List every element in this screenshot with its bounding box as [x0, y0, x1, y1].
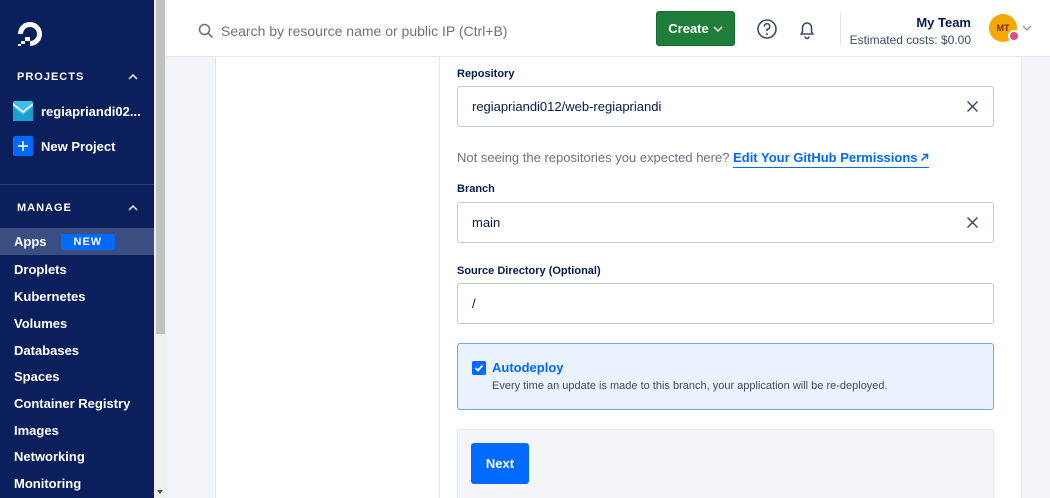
avatar-initials: MT	[996, 23, 1010, 33]
autodeploy-panel: Autodeploy Every time an update is made …	[457, 343, 994, 410]
sidebar-item-label: Volumes	[14, 316, 68, 331]
projects-heading: PROJECTS	[17, 71, 85, 83]
sidebar-item-label: Apps	[14, 234, 47, 249]
scroll-down-arrow-icon[interactable]	[157, 490, 163, 494]
team-name[interactable]: My Team	[916, 15, 971, 30]
sidebar-item-spaces[interactable]: Spaces	[0, 363, 154, 390]
sidebar-item-images[interactable]: Images	[0, 417, 154, 444]
autodeploy-checkbox[interactable]	[472, 361, 486, 375]
next-button[interactable]: Next	[471, 443, 529, 484]
autodeploy-title[interactable]: Autodeploy	[492, 360, 564, 375]
checkmark-icon	[474, 364, 484, 372]
repository-field[interactable]: regiapriandi012/web-regiapriandi	[457, 86, 994, 127]
chevron-up-icon	[128, 205, 138, 211]
new-project-label: New Project	[41, 138, 116, 154]
sidebar-item-label: Droplets	[14, 262, 67, 277]
chevron-down-icon[interactable]	[1022, 24, 1032, 32]
top-bar: Create My Team Estimated costs: $0.00 MT	[167, 0, 1050, 57]
sidebar-item-label: Spaces	[14, 369, 60, 384]
branch-label: Branch	[457, 183, 495, 195]
autodeploy-description: Every time an update is made to this bra…	[492, 380, 888, 392]
bell-icon[interactable]	[796, 18, 818, 40]
sidebar-item-networking[interactable]: Networking	[0, 443, 154, 470]
sidebar-item-databases[interactable]: Databases	[0, 337, 154, 364]
sidebar-item-volumes[interactable]: Volumes	[0, 310, 154, 337]
column-divider	[439, 57, 440, 498]
sidebar-item-kubernetes[interactable]: Kubernetes	[0, 283, 154, 310]
create-button[interactable]: Create	[656, 11, 735, 46]
manage-section-header[interactable]: MANAGE	[0, 198, 154, 218]
close-icon[interactable]	[966, 100, 979, 113]
chevron-down-icon	[713, 26, 723, 32]
branch-field[interactable]: main	[457, 202, 994, 243]
sidebar-item-droplets[interactable]: Droplets	[0, 256, 154, 283]
sidebar: PROJECTS regiapriandi02... New Project M…	[0, 0, 154, 498]
next-panel: Next	[457, 429, 994, 498]
github-permissions-link[interactable]: Edit Your GitHub Permissions	[733, 150, 929, 168]
external-link-icon	[920, 153, 928, 162]
header-divider	[840, 12, 841, 45]
sidebar-item-label: Monitoring	[14, 476, 82, 491]
sidebar-item-monitoring[interactable]: Monitoring	[0, 470, 154, 497]
new-badge: NEW	[60, 233, 116, 250]
sidebar-item-label: Container Registry	[14, 396, 131, 411]
sidebar-item-apps[interactable]: Apps NEW	[0, 228, 154, 255]
new-project-button[interactable]: New Project	[13, 135, 148, 157]
search-input[interactable]	[221, 18, 601, 44]
source-directory-label: Source Directory (Optional)	[457, 265, 601, 277]
sidebar-divider	[0, 184, 154, 185]
sidebar-scrollbar[interactable]	[154, 0, 167, 498]
sidebar-item-label: Kubernetes	[14, 289, 86, 304]
github-link-label: Edit Your GitHub Permissions	[733, 150, 918, 165]
digitalocean-logo-icon[interactable]	[16, 20, 44, 48]
branch-value: main	[472, 215, 501, 230]
user-status-icon	[1008, 30, 1020, 42]
help-icon[interactable]	[756, 18, 778, 40]
projects-section-header[interactable]: PROJECTS	[0, 67, 154, 87]
repository-hint: Not seeing the repositories you expected…	[457, 150, 929, 168]
sidebar-item-container-registry[interactable]: Container Registry	[0, 390, 154, 417]
chevron-up-icon	[128, 74, 138, 80]
sidebar-item-label: Networking	[14, 449, 85, 464]
plus-icon	[13, 136, 33, 156]
estimated-costs: Estimated costs: $0.00	[849, 33, 971, 47]
sidebar-item-label: Databases	[14, 343, 80, 358]
close-icon[interactable]	[966, 216, 979, 229]
repository-value: regiapriandi012/web-regiapriandi	[472, 99, 662, 114]
project-icon	[13, 101, 33, 121]
sidebar-project-item[interactable]: regiapriandi02...	[13, 100, 148, 122]
create-label: Create	[668, 21, 709, 36]
source-directory-input[interactable]: /	[457, 283, 994, 324]
search-icon	[198, 23, 214, 39]
repository-label: Repository	[457, 68, 515, 80]
sidebar-item-label: Images	[14, 423, 59, 438]
project-name: regiapriandi02...	[41, 103, 141, 119]
hint-text: Not seeing the repositories you expected…	[457, 150, 730, 165]
next-label: Next	[485, 456, 515, 471]
source-directory-value: /	[472, 296, 476, 311]
manage-heading: MANAGE	[17, 202, 72, 214]
scrollbar-thumb[interactable]	[156, 0, 165, 334]
